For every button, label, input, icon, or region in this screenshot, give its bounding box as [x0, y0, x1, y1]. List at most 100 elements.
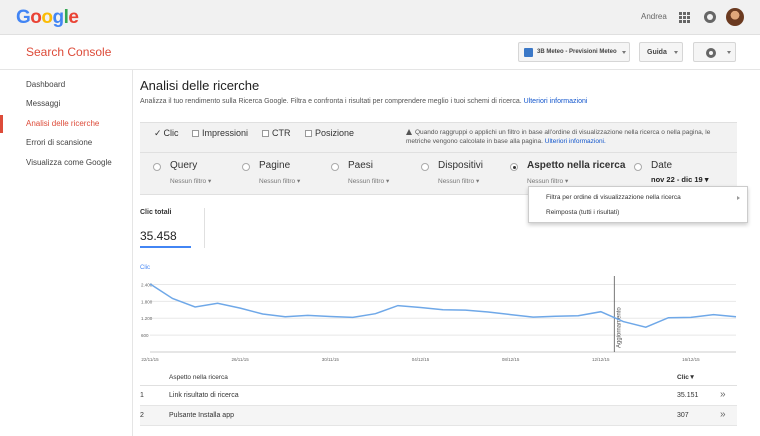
x-tick-label: 04/12/15 — [412, 357, 430, 362]
dimension-label: Aspetto nella ricerca — [527, 160, 626, 171]
dimension-label: Paesi — [348, 160, 374, 171]
double-chevron-right-icon[interactable]: » — [720, 389, 726, 400]
divider — [204, 208, 205, 248]
app-title[interactable]: Search Console — [26, 45, 111, 59]
logo-letter: e — [68, 7, 79, 28]
dimension-label: Dispositivi — [438, 160, 484, 171]
dimension-filter[interactable]: Nessun filtro ▾ — [438, 177, 479, 185]
checkbox[interactable] — [192, 130, 199, 137]
radio-button[interactable] — [331, 163, 339, 171]
radio-button[interactable] — [421, 163, 429, 171]
app-header: Search Console 3B Meteo - Previsioni Met… — [0, 35, 760, 70]
gear-icon — [706, 48, 716, 58]
x-tick-label: 16/12/15 — [682, 357, 700, 362]
menu-item-reset[interactable]: Reimposta (tutti i risultati) — [546, 209, 619, 216]
sidebar-item-crawl-errors[interactable]: Errori di scansione — [0, 134, 132, 152]
top-bar: Google Andrea — [0, 0, 760, 35]
dimension-filter[interactable]: Nessun filtro ▾ — [170, 177, 211, 185]
filter-dropdown-menu: Filtra per ordine di visualizzazione nel… — [528, 186, 748, 223]
site-favicon-icon — [524, 48, 533, 57]
filter-text: nov 22 - dic 19 — [651, 175, 703, 184]
y-tick-label: 600 — [141, 333, 149, 338]
x-tick-label: 22/11/15 — [141, 357, 159, 362]
property-name: 3B Meteo - Previsioni Meteo — [537, 49, 617, 55]
row-value: 35.151 — [677, 392, 699, 399]
avatar[interactable] — [726, 8, 744, 26]
radio-button[interactable] — [634, 163, 642, 171]
row-label: Pulsante Installa app — [169, 412, 234, 419]
checkbox[interactable] — [305, 130, 312, 137]
sort-desc-icon: ▼ — [688, 374, 696, 381]
annotation-label: Aggiornamento — [616, 307, 622, 348]
column-header-clicks[interactable]: Clic▼ — [677, 374, 695, 381]
menu-item-filter-by-order[interactable]: Filtra per ordine di visualizzazione nel… — [546, 194, 681, 201]
logo-letter: o — [41, 7, 53, 28]
metric-label: Posizione — [315, 128, 355, 138]
chevron-down-icon: ▾ — [207, 178, 212, 185]
sidebar-item-dashboard[interactable]: Dashboard — [0, 76, 132, 94]
total-underline — [140, 246, 191, 248]
dimension-filter[interactable]: Nessun filtro ▾ — [348, 177, 389, 185]
x-tick-label: 12/12/15 — [592, 357, 610, 362]
chevron-down-icon: ▾ — [704, 175, 709, 184]
metric-ctr[interactable]: CTR — [262, 128, 291, 138]
metric-label: Impressioni — [202, 128, 249, 138]
sidebar-item-search-analytics[interactable]: Analisi delle ricerche — [0, 115, 132, 133]
x-tick-label: 30/11/15 — [322, 357, 340, 362]
logo-letter: g — [52, 7, 65, 28]
chevron-down-icon: ▾ — [564, 178, 569, 185]
filter-text: Nessun filtro — [348, 178, 385, 185]
dimension-filter[interactable]: Nessun filtro ▾ — [259, 177, 300, 185]
radio-button[interactable] — [242, 163, 250, 171]
check-icon: ✓ — [154, 128, 162, 138]
bell-icon[interactable] — [704, 11, 716, 23]
double-chevron-right-icon[interactable]: » — [720, 409, 726, 420]
page-grouping-warning: Quando raggruppi o applichi un filtro in… — [406, 128, 734, 146]
dimension-label: Query — [170, 160, 198, 171]
series-line-clicks — [149, 283, 737, 328]
guide-label: Guida — [647, 49, 667, 56]
page-description: Analizza il tuo rendimento sulla Ricerca… — [140, 98, 587, 105]
warning-learn-more-link[interactable]: Ulteriori informazioni. — [545, 138, 606, 145]
settings-button[interactable] — [693, 42, 736, 62]
row-index: 2 — [140, 412, 144, 419]
dimension-filter[interactable]: Nessun filtro ▾ — [527, 177, 568, 185]
metric-clicks[interactable]: ✓ Clic — [154, 128, 179, 139]
row-label: Link risultato di ricerca — [169, 392, 239, 399]
date-range-filter[interactable]: nov 22 - dic 19 ▾ — [651, 175, 709, 184]
y-axis-label: Clic — [140, 265, 150, 271]
clicks-line-chart[interactable]: Clic2.4001.8001.20060022/11/15 26/11/15 30… — [137, 262, 739, 368]
column-header-dimension[interactable]: Aspetto nella ricerca — [169, 374, 228, 381]
filter-text: Nessun filtro — [527, 178, 564, 185]
y-tick-label: 1.200 — [141, 316, 153, 321]
metric-label: CTR — [272, 128, 291, 138]
description-text: Analizza il tuo rendimento sulla Ricerca… — [140, 98, 522, 105]
filter-text: Nessun filtro — [438, 178, 475, 185]
sidebar: Dashboard Messaggi Analisi delle ricerch… — [0, 70, 133, 436]
user-name[interactable]: Andrea — [641, 12, 667, 21]
radio-button[interactable] — [510, 163, 518, 171]
checkbox[interactable] — [262, 130, 269, 137]
google-logo[interactable]: Google — [16, 7, 79, 29]
chevron-down-icon — [727, 51, 731, 54]
apps-grid-icon[interactable] — [679, 12, 690, 23]
filter-text: Nessun filtro — [170, 178, 207, 185]
metric-label: Clic — [163, 128, 179, 138]
row-index: 1 — [140, 392, 144, 399]
table-row[interactable]: 1 Link risultato di ricerca 35.151 » — [140, 386, 737, 406]
radio-button[interactable] — [153, 163, 161, 171]
learn-more-link[interactable]: Ulteriori informazioni — [524, 98, 588, 105]
row-value: 307 — [677, 412, 689, 419]
sidebar-item-messages[interactable]: Messaggi — [0, 95, 132, 113]
chevron-down-icon: ▾ — [385, 178, 390, 185]
chevron-right-icon — [737, 196, 740, 200]
guide-button[interactable]: Guida — [639, 42, 683, 62]
metric-position[interactable]: Posizione — [305, 128, 354, 138]
dimension-label: Date — [651, 160, 673, 171]
sidebar-item-fetch-as-google[interactable]: Visualizza come Google — [0, 154, 132, 172]
dimension-label: Pagine — [259, 160, 291, 171]
y-tick-label: 1.800 — [141, 299, 153, 304]
property-selector[interactable]: 3B Meteo - Previsioni Meteo — [518, 42, 630, 62]
table-row[interactable]: 2 Pulsante Installa app 307 » — [140, 406, 737, 426]
metric-impressions[interactable]: Impressioni — [192, 128, 248, 138]
